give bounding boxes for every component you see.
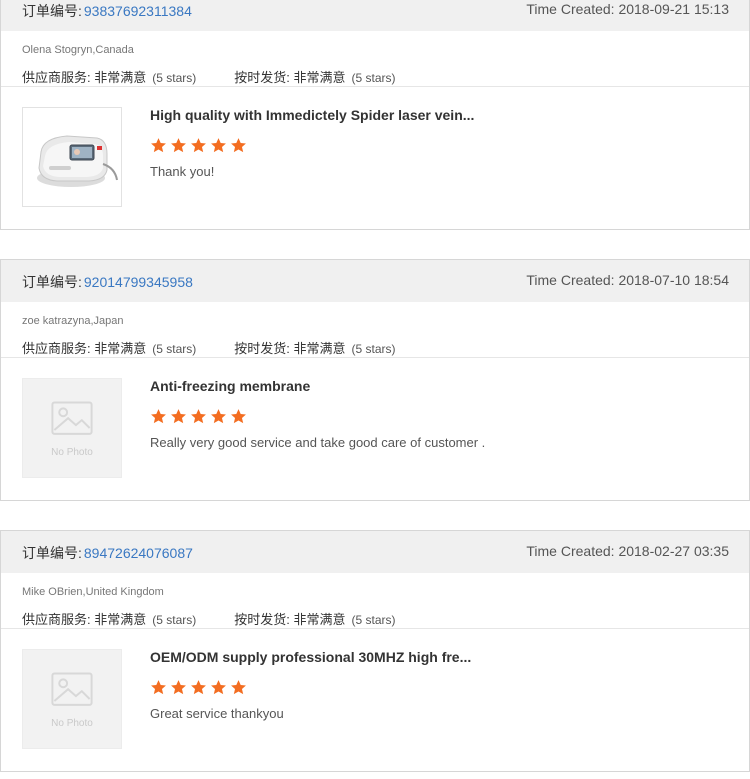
- on-time-delivery-value: 非常满意: [293, 70, 346, 85]
- on-time-delivery-value: 非常满意: [293, 612, 346, 627]
- star-icon: [211, 409, 226, 424]
- product-thumbnail[interactable]: No Photo: [22, 649, 122, 749]
- review-card: 订单编号: 93837692311384 Time Created: 2018-0…: [0, 0, 750, 230]
- supplier-service-value: 非常满意: [94, 341, 147, 356]
- supplier-service-label: 供应商服务:: [22, 341, 91, 356]
- supplier-service-stars: (5 stars): [152, 613, 197, 627]
- product-thumbnail[interactable]: [22, 107, 122, 207]
- star-icon: [191, 138, 206, 153]
- product-thumbnail[interactable]: No Photo: [22, 378, 122, 478]
- review-feedback: Thank you!: [150, 164, 215, 179]
- star-icon: [231, 680, 246, 695]
- supplier-service-value: 非常满意: [94, 70, 147, 85]
- product-row: High quality with Immedictely Spider las…: [1, 87, 749, 229]
- supplier-service-stars: (5 stars): [152, 71, 197, 85]
- time-created-label: Time Created:: [526, 1, 615, 17]
- image-placeholder-icon: [51, 401, 93, 435]
- on-time-delivery-label: 按时发货:: [234, 341, 290, 356]
- time-created: Time Created: 2018-02-27 03:35: [526, 543, 729, 559]
- reviewer-block: Olena Stogryn,Canada 供应商服务: 非常满意 (5 stars…: [1, 31, 749, 87]
- star-icon: [151, 138, 166, 153]
- on-time-delivery-stars: (5 stars): [351, 71, 396, 85]
- time-created-value: 2018-07-10 18:54: [618, 272, 729, 288]
- review-card: 订单编号: 89472624076087 Time Created: 2018-0…: [0, 530, 750, 772]
- review-card: 订单编号: 92014799345958 Time Created: 2018-0…: [0, 259, 750, 501]
- supplier-service-stars: (5 stars): [152, 342, 197, 356]
- product-row: No Photo Anti-freezing membrane Really v…: [1, 358, 749, 500]
- time-created-value: 2018-02-27 03:35: [618, 543, 729, 559]
- star-icon: [171, 680, 186, 695]
- product-title-link[interactable]: OEM/ODM supply professional 30MHZ high f…: [150, 649, 471, 665]
- seller-ratings: 供应商服务: 非常满意 (5 stars) 按时发货: 非常满意 (5 stars): [22, 609, 396, 628]
- image-placeholder-icon: [51, 672, 93, 706]
- laser-device-image: [23, 108, 121, 206]
- time-created-label: Time Created:: [526, 543, 615, 559]
- order-number-label: 订单编号:: [22, 274, 82, 290]
- seller-ratings: 供应商服务: 非常满意 (5 stars) 按时发货: 非常满意 (5 stars): [22, 67, 396, 86]
- order-number-link[interactable]: 92014799345958: [84, 274, 193, 290]
- star-icon: [191, 680, 206, 695]
- star-icon: [211, 138, 226, 153]
- on-time-delivery-value: 非常满意: [293, 341, 346, 356]
- order-info: 订单编号: 89472624076087: [22, 543, 193, 563]
- time-created: Time Created: 2018-07-10 18:54: [526, 272, 729, 288]
- card-header: 订单编号: 92014799345958 Time Created: 2018-0…: [1, 260, 749, 302]
- reviewer-name-country: Mike OBrien,United Kingdom: [22, 586, 164, 598]
- review-feedback: Really very good service and take good c…: [150, 435, 486, 450]
- reviewer-name-country: Olena Stogryn,Canada: [22, 44, 134, 56]
- on-time-delivery-label: 按时发货:: [234, 70, 290, 85]
- no-photo-label: No Photo: [51, 718, 93, 729]
- star-icon: [171, 138, 186, 153]
- star-icon: [191, 409, 206, 424]
- star-icon: [231, 409, 246, 424]
- star-icon: [211, 680, 226, 695]
- reviewer-name-country: zoe katrazyna,Japan: [22, 315, 124, 327]
- product-row: No Photo OEM/ODM supply professional 30M…: [1, 629, 749, 771]
- star-rating: [150, 679, 250, 697]
- on-time-delivery-stars: (5 stars): [351, 342, 396, 356]
- product-title-link[interactable]: Anti-freezing membrane: [150, 378, 310, 394]
- star-icon: [151, 409, 166, 424]
- time-created-label: Time Created:: [526, 272, 615, 288]
- star-icon: [231, 138, 246, 153]
- card-header: 订单编号: 93837692311384 Time Created: 2018-0…: [1, 0, 749, 31]
- star-rating: [150, 137, 250, 155]
- on-time-delivery-label: 按时发货:: [234, 612, 290, 627]
- supplier-service-value: 非常满意: [94, 612, 147, 627]
- supplier-service-label: 供应商服务:: [22, 70, 91, 85]
- order-info: 订单编号: 93837692311384: [22, 1, 192, 21]
- time-created-value: 2018-09-21 15:13: [618, 1, 729, 17]
- reviewer-block: zoe katrazyna,Japan 供应商服务: 非常满意 (5 stars)…: [1, 302, 749, 358]
- order-info: 订单编号: 92014799345958: [22, 272, 193, 292]
- on-time-delivery-stars: (5 stars): [351, 613, 396, 627]
- review-feedback: Great service thankyou: [150, 706, 284, 721]
- seller-ratings: 供应商服务: 非常满意 (5 stars) 按时发货: 非常满意 (5 stars): [22, 338, 396, 357]
- no-photo-label: No Photo: [51, 447, 93, 458]
- star-rating: [150, 408, 250, 426]
- order-number-label: 订单编号:: [22, 545, 82, 561]
- order-number-link[interactable]: 93837692311384: [84, 3, 192, 19]
- product-title-link[interactable]: High quality with Immedictely Spider las…: [150, 107, 474, 123]
- supplier-service-label: 供应商服务:: [22, 612, 91, 627]
- order-number-link[interactable]: 89472624076087: [84, 545, 193, 561]
- time-created: Time Created: 2018-09-21 15:13: [526, 1, 729, 17]
- order-number-label: 订单编号:: [22, 3, 82, 19]
- star-icon: [151, 680, 166, 695]
- star-icon: [171, 409, 186, 424]
- card-header: 订单编号: 89472624076087 Time Created: 2018-0…: [1, 531, 749, 573]
- reviewer-block: Mike OBrien,United Kingdom 供应商服务: 非常满意 (5…: [1, 573, 749, 629]
